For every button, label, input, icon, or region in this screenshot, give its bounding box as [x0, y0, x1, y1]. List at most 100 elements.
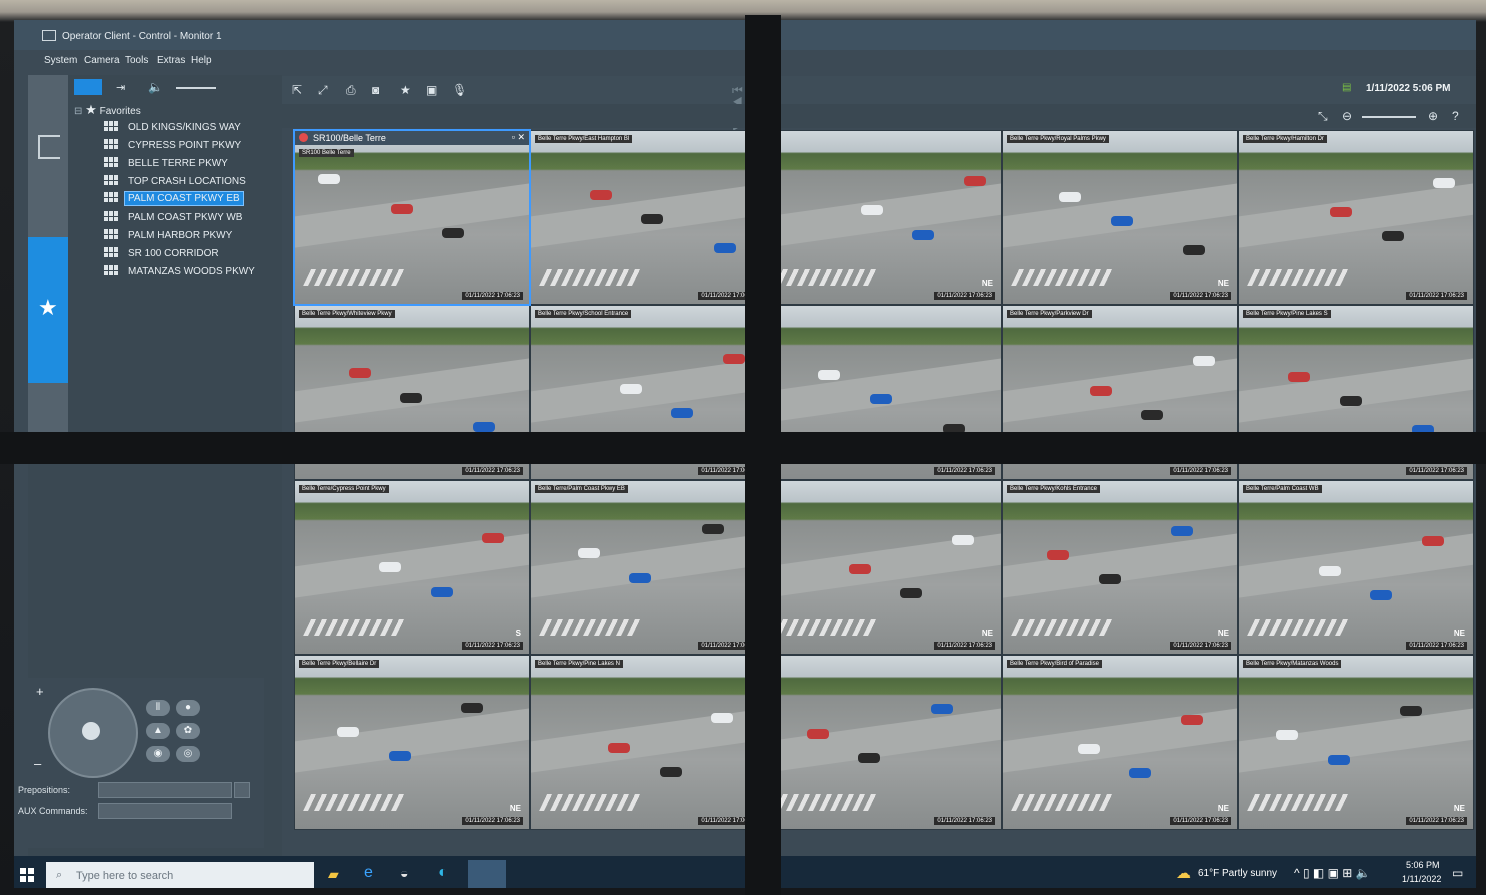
- camera-tile[interactable]: 01/11/2022 17:06:23: [767, 656, 1001, 829]
- camera-tile[interactable]: Belle Terre Pkwy/Royal Palms Pkwy 01/11/2…: [1003, 131, 1237, 304]
- tree-item-cypress-point[interactable]: CYPRESS POINT PKWY: [104, 139, 244, 155]
- camera-tile[interactable]: Belle Terre/Cypress Point Pkwy 01/11/2022…: [295, 481, 529, 654]
- vehicle: [619, 383, 642, 394]
- tree-item-sr100[interactable]: SR 100 CORRIDOR: [104, 247, 222, 263]
- tree-item-palm-coast-wb[interactable]: PALM COAST PKWY WB: [104, 211, 245, 227]
- road: [1239, 705, 1473, 776]
- zoom-in-button[interactable]: +: [36, 684, 44, 699]
- operator-client-taskbar-button[interactable]: [468, 860, 506, 888]
- layout-grid-icon: [104, 175, 118, 185]
- volume-slider[interactable]: [176, 87, 216, 89]
- favorites-tab[interactable]: ★: [28, 237, 68, 383]
- playback-controls-icon[interactable]: ⏮ ◀ ⏸ ▶ ⏭: [732, 84, 746, 144]
- focus-button[interactable]: ●: [176, 700, 200, 716]
- edge-icon[interactable]: ◐: [438, 864, 448, 882]
- tree-item-old-kings[interactable]: OLD KINGS/KINGS WAY: [104, 121, 244, 137]
- tray-icons[interactable]: ^ ▯ ◧ ▣ ⊞ 🔈: [1294, 866, 1371, 880]
- camera-tile[interactable]: Belle Terre Pkwy/Hamilton Dr 01/11/2022 1…: [1239, 131, 1473, 304]
- preposition-save-button[interactable]: [234, 782, 250, 798]
- aux-commands-select[interactable]: [98, 803, 232, 819]
- camera-tile[interactable]: Belle Terre Pkwy/Bird of Paradise 01/11/2…: [1003, 656, 1237, 829]
- camera-tile[interactable]: 01/11/2022 17:06:23 NE: [767, 481, 1001, 654]
- layout-grid-icon: [104, 265, 118, 275]
- camera-tile[interactable]: Belle Terre Pkwy/Bellaire Dr 01/11/2022 1…: [295, 656, 529, 829]
- help-icon[interactable]: ?: [1452, 110, 1466, 122]
- zoom-slider[interactable]: [1362, 116, 1416, 118]
- taskbar-time[interactable]: 5:06 PM: [1406, 860, 1440, 870]
- favorites-root[interactable]: ⊟ ★ Favorites: [74, 102, 141, 118]
- vehicle: [900, 588, 923, 599]
- camera-tile[interactable]: 01/11/2022 17:06:23 NE: [767, 131, 1001, 304]
- pane-close-icon[interactable]: ▫ ✕: [512, 132, 525, 143]
- light-button[interactable]: ✿: [176, 723, 200, 739]
- ptz-center-button[interactable]: [82, 722, 100, 740]
- camera-mode-button[interactable]: [74, 79, 102, 95]
- tree-item-palm-harbor[interactable]: PALM HARBOR PKWY: [104, 229, 235, 245]
- timestamp-overlay: 01/11/2022 17:06:23: [462, 292, 523, 300]
- favorite-star-icon[interactable]: ★: [400, 84, 414, 96]
- file-explorer-icon[interactable]: ▰: [328, 866, 339, 883]
- taskbar-search-box[interactable]: ⌕ Type here to search: [46, 862, 314, 888]
- crosswalk: [774, 619, 877, 637]
- camera-tile[interactable]: Belle Terre Pkwy/Matanzas Woods 01/11/202…: [1239, 656, 1473, 829]
- menu-system[interactable]: System: [44, 55, 77, 66]
- camera-tile[interactable]: Belle Terre Pkwy/Kohls Entrance 01/11/202…: [1003, 481, 1237, 654]
- snapshot-camera-icon[interactable]: ◙: [372, 84, 386, 96]
- windows-start-icon[interactable]: [20, 868, 34, 882]
- camera-tile[interactable]: Belle Terre/Palm Coast WB 01/11/2022 17:0…: [1239, 481, 1473, 654]
- auxiliary-off-button[interactable]: ◎: [176, 746, 200, 762]
- crosswalk: [1246, 269, 1349, 287]
- camera-tile[interactable]: Belle Terre Pkwy/Pine Lakes N 01/11/2022 …: [531, 656, 765, 829]
- microphone-icon[interactable]: 🎙: [452, 84, 467, 96]
- menu-help[interactable]: Help: [191, 55, 212, 66]
- camera-tile[interactable]: SR100 Belle Terre 01/11/2022 17:06:23 SR10…: [293, 129, 531, 306]
- weather-text[interactable]: 61°F Partly sunny: [1198, 868, 1277, 879]
- menu-camera[interactable]: Camera: [84, 55, 120, 66]
- logical-tree-icon[interactable]: [38, 135, 60, 159]
- camera-name-overlay: Belle Terre Pkwy/Bird of Paradise: [1007, 660, 1102, 668]
- layout-grid-icon: [104, 192, 118, 202]
- camera-tile[interactable]: Belle Terre Pkwy/East Hampton Bl 01/11/20…: [531, 131, 765, 304]
- tree-item-top-crash[interactable]: TOP CRASH LOCATIONS: [104, 175, 249, 191]
- taskbar-date[interactable]: 1/11/2022: [1402, 874, 1441, 884]
- tree-item-matanzas[interactable]: MATANZAS WOODS PKWY: [104, 265, 258, 281]
- collapse-icon[interactable]: ⤡: [1318, 110, 1332, 122]
- print-icon[interactable]: ⎙: [346, 84, 360, 96]
- tree-item-palm-coast-eb[interactable]: PALM COAST PKWY EB: [104, 191, 244, 208]
- menu-extras[interactable]: Extras: [157, 55, 185, 66]
- vehicle: [1276, 730, 1299, 741]
- menu-tools[interactable]: Tools: [125, 55, 148, 66]
- vehicle: [1318, 565, 1341, 576]
- road: [295, 705, 529, 776]
- star-icon: ★: [85, 102, 97, 117]
- playback-mode-icon[interactable]: ⇥: [116, 81, 125, 94]
- vehicle: [1288, 371, 1311, 382]
- zoom-out-icon[interactable]: ⊖: [1342, 110, 1356, 122]
- prepositions-label: Prepositions:: [18, 785, 71, 795]
- search-placeholder: Type here to search: [76, 870, 174, 882]
- fit-view-icon[interactable]: ⇱: [292, 84, 306, 96]
- vehicle: [1327, 754, 1350, 765]
- fullscreen-icon[interactable]: ⤢: [318, 84, 332, 96]
- camera-tile[interactable]: Belle Terre/Palm Coast Pkwy EB 01/11/2022…: [531, 481, 765, 654]
- internet-explorer-icon[interactable]: e: [364, 864, 373, 882]
- menu-bar: System Camera Tools Extras Help: [14, 52, 754, 70]
- vehicle: [388, 751, 411, 762]
- notification-icon[interactable]: ▭: [1452, 866, 1463, 880]
- speaker-icon[interactable]: 🔈: [148, 80, 163, 94]
- vehicle: [1129, 768, 1152, 779]
- crosswalk: [302, 794, 405, 812]
- top-controls: ⇥ 🔈: [68, 75, 282, 101]
- zoom-in-icon[interactable]: ⊕: [1428, 110, 1442, 122]
- prepositions-select[interactable]: [98, 782, 232, 798]
- wiper-button[interactable]: ▲: [146, 723, 170, 739]
- compass-direction: S: [515, 629, 521, 638]
- timestamp-overlay: 01/11/2022 17:06:23: [934, 642, 995, 650]
- capture-icon[interactable]: ▣: [426, 84, 440, 96]
- tree-item-belle-terre[interactable]: BELLE TERRE PKWY: [104, 157, 231, 173]
- app-icon[interactable]: ◒: [400, 865, 408, 881]
- auxiliary-on-button[interactable]: ◉: [146, 746, 170, 762]
- iris-button[interactable]: ⦀: [146, 700, 170, 716]
- active-camera-title: SR100/Belle Terre: [313, 133, 386, 143]
- zoom-out-button[interactable]: –: [34, 756, 41, 771]
